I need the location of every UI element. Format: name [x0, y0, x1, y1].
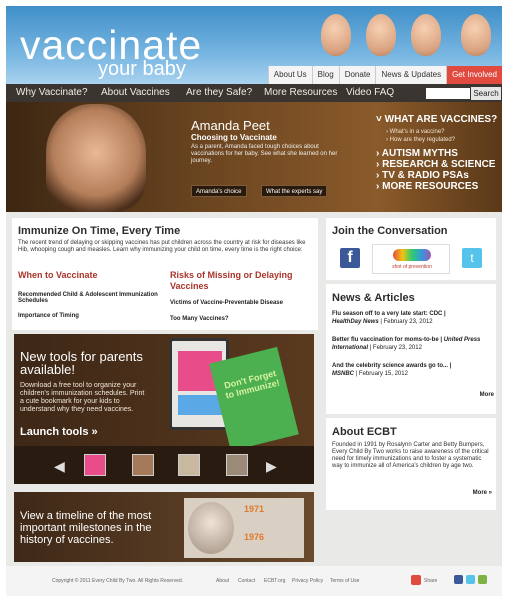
risks-title[interactable]: Risks of Missing or Delaying Vaccines [170, 270, 310, 292]
timeline-year-1: 1971 [244, 504, 265, 514]
footer-link-privacy[interactable]: Privacy Policy [292, 578, 323, 584]
babies-image [311, 10, 501, 70]
timeline-title: View a timeline of the most important mi… [20, 510, 152, 546]
footer-shot-icon[interactable] [478, 575, 487, 584]
experts-say-button[interactable]: What the experts say [261, 185, 328, 197]
amandas-choice-button[interactable]: Amanda's choice [191, 185, 247, 197]
footer-link-ecbt[interactable]: ECBT.org [264, 578, 285, 584]
hero-description: As a parent, Amanda faced tough choices … [191, 144, 338, 164]
too-many-vaccines-link[interactable]: Too Many Vaccines? [170, 316, 229, 322]
about-panel: About ECBT Founded in 1991 by Rosalynn C… [326, 418, 496, 510]
news-title: News & Articles [332, 292, 415, 304]
shot-of-prevention-logo[interactable]: shot of prevention [372, 244, 450, 274]
timeline-image: 1971 1976 [184, 498, 304, 558]
news-item-3[interactable]: And the celebrity science awards go to..… [332, 362, 492, 378]
nav-more-resources[interactable]: More Resources [264, 87, 337, 98]
browser-content: vaccinate your baby About Us Blog Donate… [6, 6, 502, 596]
top-link-about[interactable]: About Us [267, 66, 312, 84]
nav-are-they-safe[interactable]: Are they Safe? [186, 87, 252, 98]
timeline-promo[interactable]: View a timeline of the most important mi… [14, 492, 314, 562]
tools-promo[interactable]: New tools for parents available! Downloa… [14, 334, 314, 484]
facebook-icon[interactable]: f [340, 248, 360, 268]
about-title: About ECBT [332, 426, 397, 438]
footer-facebook-icon[interactable] [454, 575, 463, 584]
site-header: vaccinate your baby About Us Blog Donate… [6, 6, 502, 84]
top-link-news[interactable]: News & Updates [375, 66, 447, 84]
bookmark-text: Don't Forget to Immunize! [223, 368, 281, 401]
when-to-vaccinate-title[interactable]: When to Vaccinate [18, 270, 98, 280]
thumbnail-1[interactable] [84, 454, 106, 476]
main-nav: Why Vaccinate? About Vaccines Are they S… [6, 84, 502, 102]
news-item-1[interactable]: Flu season off to a very late start: CDC… [332, 310, 492, 326]
top-link-blog[interactable]: Blog [311, 66, 339, 84]
more-resources-link[interactable]: › MORE RESOURCES [376, 181, 478, 192]
copyright-text: Copyright © 2011 Every Child By Two. All… [52, 578, 184, 584]
search-input[interactable] [426, 88, 470, 99]
nav-why-vaccinate[interactable]: Why Vaccinate? [16, 87, 88, 98]
conversation-panel: Join the Conversation f shot of preventi… [326, 218, 496, 280]
importance-timing-link[interactable]: Importance of Timing [18, 313, 79, 319]
nav-video-faq[interactable]: Video FAQ [346, 87, 394, 98]
next-arrow-icon[interactable]: ▶ [266, 458, 277, 475]
tools-thumbnail-strip: ◀ ▶ [14, 446, 314, 484]
tools-description: Download a free tool to organize your ch… [20, 382, 145, 413]
schedules-link[interactable]: Recommended Child & Adolescent Immunizat… [18, 292, 158, 304]
bookmark-image: Don't Forget to Immunize! [209, 346, 299, 452]
share-label[interactable]: Share [424, 578, 437, 584]
footer-link-about[interactable]: About [216, 578, 229, 584]
hero-subtitle: Choosing to Vaccinate [191, 133, 277, 142]
launch-tools-button[interactable]: Launch tools » [20, 426, 98, 438]
hero-banner: Amanda Peet Choosing to Vaccinate As a p… [6, 102, 502, 212]
search-button[interactable]: Search [471, 87, 501, 100]
hero-name: Amanda Peet [191, 118, 270, 133]
autism-myths-link[interactable]: › AUTISM MYTHS [376, 148, 458, 159]
tv-radio-psas-link[interactable]: › TV & RADIO PSAs [376, 170, 469, 181]
conversation-title: Join the Conversation [332, 225, 448, 237]
thumbnail-2[interactable] [132, 454, 154, 476]
immunize-panel: Immunize On Time, Every Time The recent … [12, 218, 318, 330]
footer-twitter-icon[interactable] [466, 575, 475, 584]
thumbnail-3[interactable] [178, 454, 200, 476]
twitter-icon[interactable]: t [462, 248, 482, 268]
top-link-get-involved[interactable]: Get Involved [446, 66, 502, 84]
footer-link-contact[interactable]: Contact [238, 578, 255, 584]
tools-title: New tools for parents available! [20, 349, 143, 377]
news-more-link[interactable]: More [480, 392, 494, 398]
news-item-2[interactable]: Better flu vaccination for moms-to-be | … [332, 336, 492, 352]
thumbnail-4[interactable] [226, 454, 248, 476]
victims-link[interactable]: Victims of Vaccine-Preventable Disease [170, 300, 283, 306]
about-text: Founded in 1991 by Rosalynn Carter and B… [332, 442, 489, 469]
top-link-donate[interactable]: Donate [338, 66, 376, 84]
page: { "brand":{"line1":"vaccinate","line2":"… [0, 0, 505, 602]
research-science-link[interactable]: › RESEARCH & SCIENCE [376, 159, 495, 170]
about-more-link[interactable]: More » [473, 490, 492, 496]
whats-in-vaccine-link[interactable]: › What's in a vaccine? [386, 129, 445, 135]
top-links: About Us Blog Donate News & Updates Get … [267, 66, 502, 84]
how-regulated-link[interactable]: › How are they regulated? [386, 137, 455, 143]
amanda-peet-photo [46, 104, 146, 212]
immunize-title: Immunize On Time, Every Time [18, 225, 181, 237]
site-footer: Copyright © 2011 Every Child By Two. All… [6, 566, 502, 596]
share-icon[interactable] [411, 575, 421, 585]
timeline-year-2: 1976 [244, 532, 265, 542]
what-are-vaccines-link[interactable]: ˅ WHAT ARE VACCINES? [376, 114, 497, 125]
site-logo-tagline[interactable]: your baby [98, 58, 186, 81]
prev-arrow-icon[interactable]: ◀ [54, 458, 65, 475]
footer-link-terms[interactable]: Terms of Use [330, 578, 359, 584]
news-panel: News & Articles Flu season off to a very… [326, 284, 496, 414]
nav-about-vaccines[interactable]: About Vaccines [101, 87, 170, 98]
shot-label: shot of prevention [392, 264, 432, 270]
immunize-intro: The recent trend of delaying or skipping… [18, 240, 306, 253]
